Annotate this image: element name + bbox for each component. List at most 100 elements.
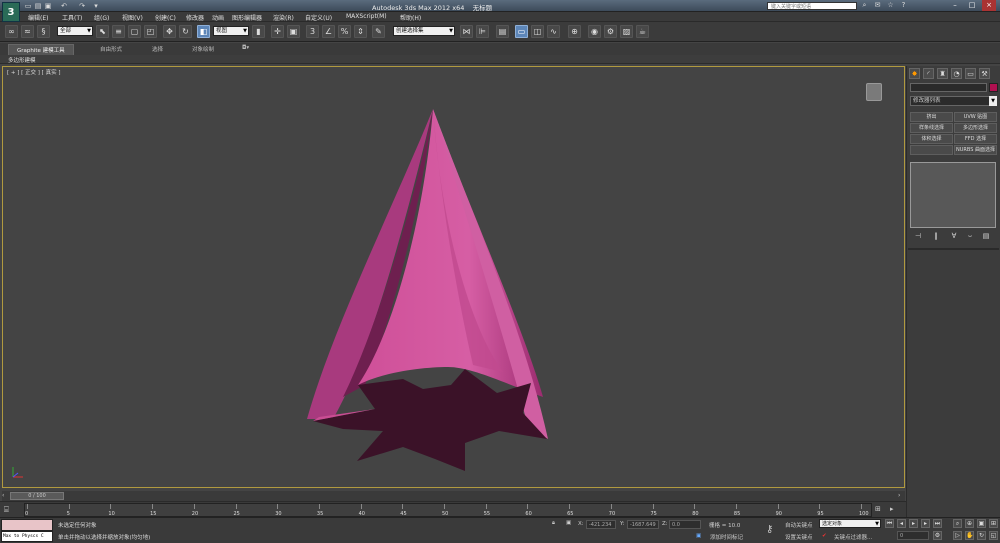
named-selection-dropdown[interactable]: 创建选择集 ▼ <box>393 26 455 36</box>
pan-icon[interactable]: ✋ <box>965 531 974 540</box>
modify-tab-icon[interactable]: ◜ <box>923 68 934 79</box>
current-frame-field[interactable]: 0 <box>897 531 929 540</box>
percent-snap-icon[interactable]: % <box>338 25 351 38</box>
link-icon[interactable]: ∞ <box>5 25 18 38</box>
keyboard-shortcut-override-icon[interactable]: ▣ <box>287 25 300 38</box>
pivot-center-icon[interactable]: ▮ <box>252 25 265 38</box>
menu-modifiers[interactable]: 修改器 <box>186 13 204 22</box>
menu-animation[interactable]: 动画 <box>212 13 224 22</box>
star-cone-object[interactable] <box>3 67 906 489</box>
edit-named-selections-icon[interactable]: ✎ <box>372 25 385 38</box>
hierarchy-tab-icon[interactable]: ♜ <box>937 68 948 79</box>
ribbon-options-icon[interactable]: ◘▾ <box>242 45 249 51</box>
track-ruler[interactable]: 0 5 10 15 20 25 30 35 40 45 50 55 60 65 70 75 80 85 90 95 10… <box>24 503 872 517</box>
curve-editor-icon[interactable]: ∿ <box>547 25 560 38</box>
undo-icon[interactable]: ↶ <box>60 2 68 10</box>
render-setup-icon[interactable]: ⚙ <box>604 25 617 38</box>
menu-tools[interactable]: 工具(T) <box>62 13 82 22</box>
spline-select-button[interactable]: 样条线选择 <box>910 123 953 133</box>
select-move-icon[interactable]: ✥ <box>163 25 176 38</box>
communication-center-icon[interactable]: ✉ <box>873 1 882 10</box>
select-by-name-icon[interactable]: ≡ <box>112 25 125 38</box>
set-key-icon[interactable]: ⚷ <box>766 524 773 535</box>
lock-selection-icon[interactable]: ▸ <box>890 505 900 515</box>
time-slider-prev-icon[interactable]: ‹ <box>2 492 4 499</box>
motion-tab-icon[interactable]: ◔ <box>951 68 962 79</box>
z-coordinate-field[interactable]: 0.0 <box>669 520 701 529</box>
close-button[interactable]: × <box>982 0 996 11</box>
menu-rendering[interactable]: 渲染(R) <box>273 13 294 22</box>
zoom-extents-all-icon[interactable]: ⊞ <box>989 519 998 528</box>
key-options-icon[interactable]: ⊞ <box>875 505 885 515</box>
zoom-extents-icon[interactable]: ▣ <box>977 519 986 528</box>
maximize-viewport-icon[interactable]: ◱ <box>989 531 998 540</box>
menu-help[interactable]: 帮助(H) <box>400 13 421 22</box>
orbit-icon[interactable]: ↻ <box>977 531 986 540</box>
field-of-view-icon[interactable]: ▷ <box>953 531 962 540</box>
scene-explorer-icon[interactable]: ▤ <box>496 25 509 38</box>
x-coordinate-field[interactable]: -421.234 <box>586 520 616 529</box>
perspective-viewport[interactable]: [ + ] [ 正交 ] [ 真实 ] <box>2 66 905 488</box>
modifier-stack[interactable] <box>910 162 996 228</box>
time-tag-icon[interactable]: ▣ <box>696 533 701 539</box>
configure-modifier-sets-icon[interactable]: ▤ <box>981 232 991 241</box>
object-color-swatch[interactable] <box>989 83 998 92</box>
menu-views[interactable]: 视图(V) <box>122 13 143 22</box>
spinner-snap-icon[interactable]: ⇕ <box>354 25 367 38</box>
volume-select-button[interactable]: 体积选择 <box>910 134 953 144</box>
tab-object-paint[interactable]: 对象绘制 <box>192 45 214 53</box>
help-icon[interactable]: ? <box>899 1 908 10</box>
nurbs-surface-select-button[interactable]: NURBS 曲面选择 <box>954 145 997 155</box>
previous-frame-icon[interactable]: ◂ <box>897 519 906 528</box>
ffd-select-button[interactable]: FFD 选择 <box>954 134 997 144</box>
select-manipulate-icon[interactable]: ✛ <box>271 25 284 38</box>
extrude-button[interactable]: 挤出 <box>910 112 953 122</box>
menu-edit[interactable]: 编辑(E) <box>28 13 48 22</box>
menu-maxscript[interactable]: MAXScript(M) <box>346 13 387 20</box>
absolute-mode-icon[interactable]: ▣ <box>566 520 571 526</box>
object-name-field[interactable] <box>910 83 987 92</box>
zoom-all-icon[interactable]: ⊕ <box>965 519 974 528</box>
auto-key-button[interactable]: 自动关键点 <box>785 521 813 529</box>
time-slider[interactable]: 0 / 100 ‹ › <box>2 491 905 501</box>
application-button[interactable]: 3 <box>2 2 20 22</box>
rendered-frame-window-icon[interactable]: ▨ <box>620 25 633 38</box>
reference-coordinate-dropdown[interactable]: 视图 ▼ <box>213 26 249 36</box>
search-icon[interactable]: ⌕ <box>860 1 869 10</box>
redo-icon[interactable]: ↷ <box>78 2 86 10</box>
time-configuration-icon[interactable]: ⚙ <box>933 531 942 540</box>
help-search-input[interactable]: 键入关键字或短语 <box>767 2 857 10</box>
open-file-icon[interactable]: ▤ <box>34 2 42 10</box>
create-tab-icon[interactable]: ✸ <box>909 68 920 79</box>
bind-space-warp-icon[interactable]: § <box>37 25 50 38</box>
render-teapot-icon[interactable]: ☕ <box>636 25 649 38</box>
tab-selection[interactable]: 选择 <box>152 45 163 53</box>
maxscript-output[interactable]: Max to Physcs C <box>1 531 53 542</box>
polygon-modeling-label[interactable]: 多边形建模 <box>8 56 36 64</box>
time-slider-thumb[interactable]: 0 / 100 <box>10 492 64 500</box>
utilities-tab-icon[interactable]: ⚒ <box>979 68 990 79</box>
project-folder-icon[interactable]: ▾ <box>92 2 100 10</box>
save-file-icon[interactable]: ▣ <box>44 2 52 10</box>
maximize-button[interactable]: □ <box>965 0 979 11</box>
next-frame-icon[interactable]: ▸ <box>921 519 930 528</box>
key-filters-button[interactable]: 关键点过滤器... <box>834 533 872 541</box>
angle-snap-icon[interactable]: ∠ <box>322 25 335 38</box>
uvw-map-button[interactable]: UVW 贴图 <box>954 112 997 122</box>
schematic-view-icon[interactable]: ⊕ <box>568 25 581 38</box>
favorites-star-icon[interactable]: ☆ <box>886 1 895 10</box>
key-mode-dropdown[interactable]: 选定对象 ▼ <box>819 519 881 528</box>
tab-freeform[interactable]: 自由形式 <box>100 45 122 53</box>
show-end-result-icon[interactable]: ‖ <box>931 232 941 241</box>
time-slider-next-icon[interactable]: › <box>898 492 900 499</box>
go-to-start-icon[interactable]: ⏮ <box>885 519 894 528</box>
align-icon[interactable]: ⊫ <box>476 25 489 38</box>
poly-select-button[interactable]: 多边形选择 <box>954 123 997 133</box>
select-rotate-icon[interactable]: ↻ <box>179 25 192 38</box>
minimize-button[interactable]: – <box>948 0 962 11</box>
modifier-list-dropdown[interactable]: 修改器列表 ▼ <box>910 96 997 106</box>
select-scale-icon[interactable]: ◧ <box>197 25 210 38</box>
remove-modifier-icon[interactable]: ⌣ <box>965 232 975 241</box>
graphite-toggle-icon[interactable]: ◫ <box>531 25 544 38</box>
material-editor-icon[interactable]: ◉ <box>588 25 601 38</box>
